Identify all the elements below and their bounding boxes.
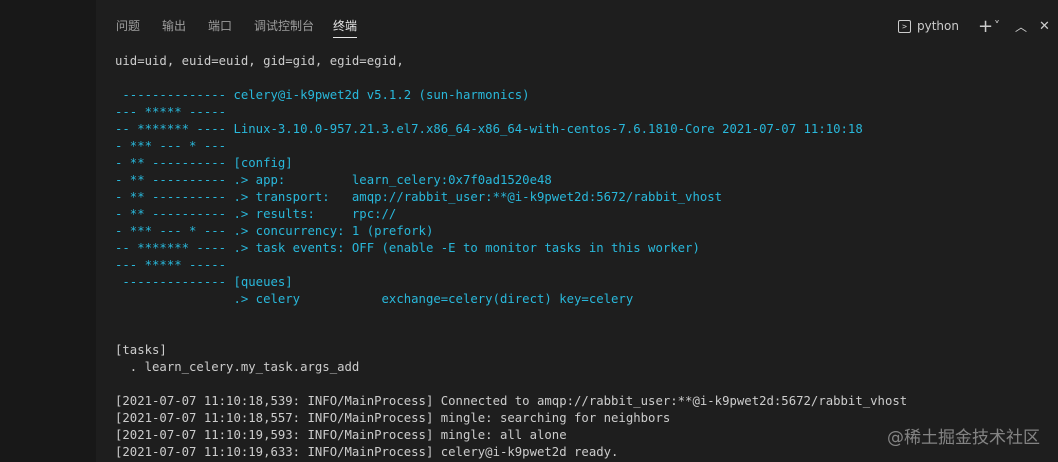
terminal-line: . learn_celery.my_task.args_add bbox=[115, 360, 360, 374]
terminal-line: - ** ---------- .> transport: amqp://rab… bbox=[115, 190, 723, 204]
editor-left-strip bbox=[0, 0, 96, 462]
terminal-output[interactable]: uid=uid, euid=euid, gid=gid, egid=egid, … bbox=[96, 40, 1058, 462]
terminal-line: -------------- [queues] bbox=[115, 275, 293, 289]
watermark: @稀土掘金技术社区 bbox=[887, 428, 1040, 448]
panel-tab-bar: 问题 输出 端口 调试控制台 终端 > python + ˅ ︿ ✕ bbox=[96, 0, 1058, 40]
maximize-panel-icon[interactable]: ︿ bbox=[1015, 14, 1027, 38]
panel-toolbar: > python + ˅ ︿ ✕ bbox=[898, 14, 1058, 38]
tab-output[interactable]: 输出 bbox=[162, 17, 186, 39]
terminal-line: [2021-07-07 11:10:18,539: INFO/MainProce… bbox=[115, 394, 908, 408]
terminal-line: - *** --- * --- bbox=[115, 139, 227, 153]
terminal-line: .> celery exchange=celery(direct) key=ce… bbox=[115, 292, 634, 306]
add-terminal-icon[interactable]: + bbox=[978, 14, 993, 38]
terminal-name: python bbox=[917, 19, 959, 33]
tab-terminal[interactable]: 终端 bbox=[333, 17, 358, 39]
bottom-panel: 问题 输出 端口 调试控制台 终端 > python + ˅ ︿ ✕ uid=u… bbox=[96, 0, 1058, 462]
terminal-line: --- ***** ----- bbox=[115, 105, 227, 119]
terminal-line: -- ******* ---- Linux-3.10.0-957.21.3.el… bbox=[115, 122, 863, 136]
terminal-line: - ** ---------- [config] bbox=[115, 156, 293, 170]
tab-ports[interactable]: 端口 bbox=[208, 17, 232, 39]
terminal-line: - ** ---------- .> results: rpc:// bbox=[115, 207, 397, 221]
tab-problems[interactable]: 问题 bbox=[116, 17, 140, 39]
terminal-line: - *** --- * --- .> concurrency: 1 (prefo… bbox=[115, 224, 434, 238]
terminal-line: uid=uid, euid=euid, gid=gid, egid=egid, bbox=[115, 54, 404, 68]
terminal-line: --- ***** ----- bbox=[115, 258, 227, 272]
terminal-line: -- ******* ---- .> task events: OFF (ena… bbox=[115, 241, 700, 255]
terminal-selector[interactable]: > python bbox=[898, 14, 959, 38]
terminal-line: [tasks] bbox=[115, 343, 167, 357]
terminal-icon: > bbox=[898, 19, 911, 33]
terminal-line: -------------- celery@i-k9pwet2d v5.1.2 … bbox=[115, 88, 530, 102]
tab-debug-console[interactable]: 调试控制台 bbox=[254, 17, 314, 39]
terminal-line: [2021-07-07 11:10:19,633: INFO/MainProce… bbox=[115, 445, 619, 459]
close-panel-icon[interactable]: ✕ bbox=[1039, 14, 1050, 38]
terminal-line: [2021-07-07 11:10:18,557: INFO/MainProce… bbox=[115, 411, 671, 425]
terminal-line: [2021-07-07 11:10:19,593: INFO/MainProce… bbox=[115, 428, 567, 442]
chevron-down-icon[interactable]: ˅ bbox=[994, 14, 1000, 38]
terminal-line: - ** ---------- .> app: learn_celery:0x7… bbox=[115, 173, 552, 187]
